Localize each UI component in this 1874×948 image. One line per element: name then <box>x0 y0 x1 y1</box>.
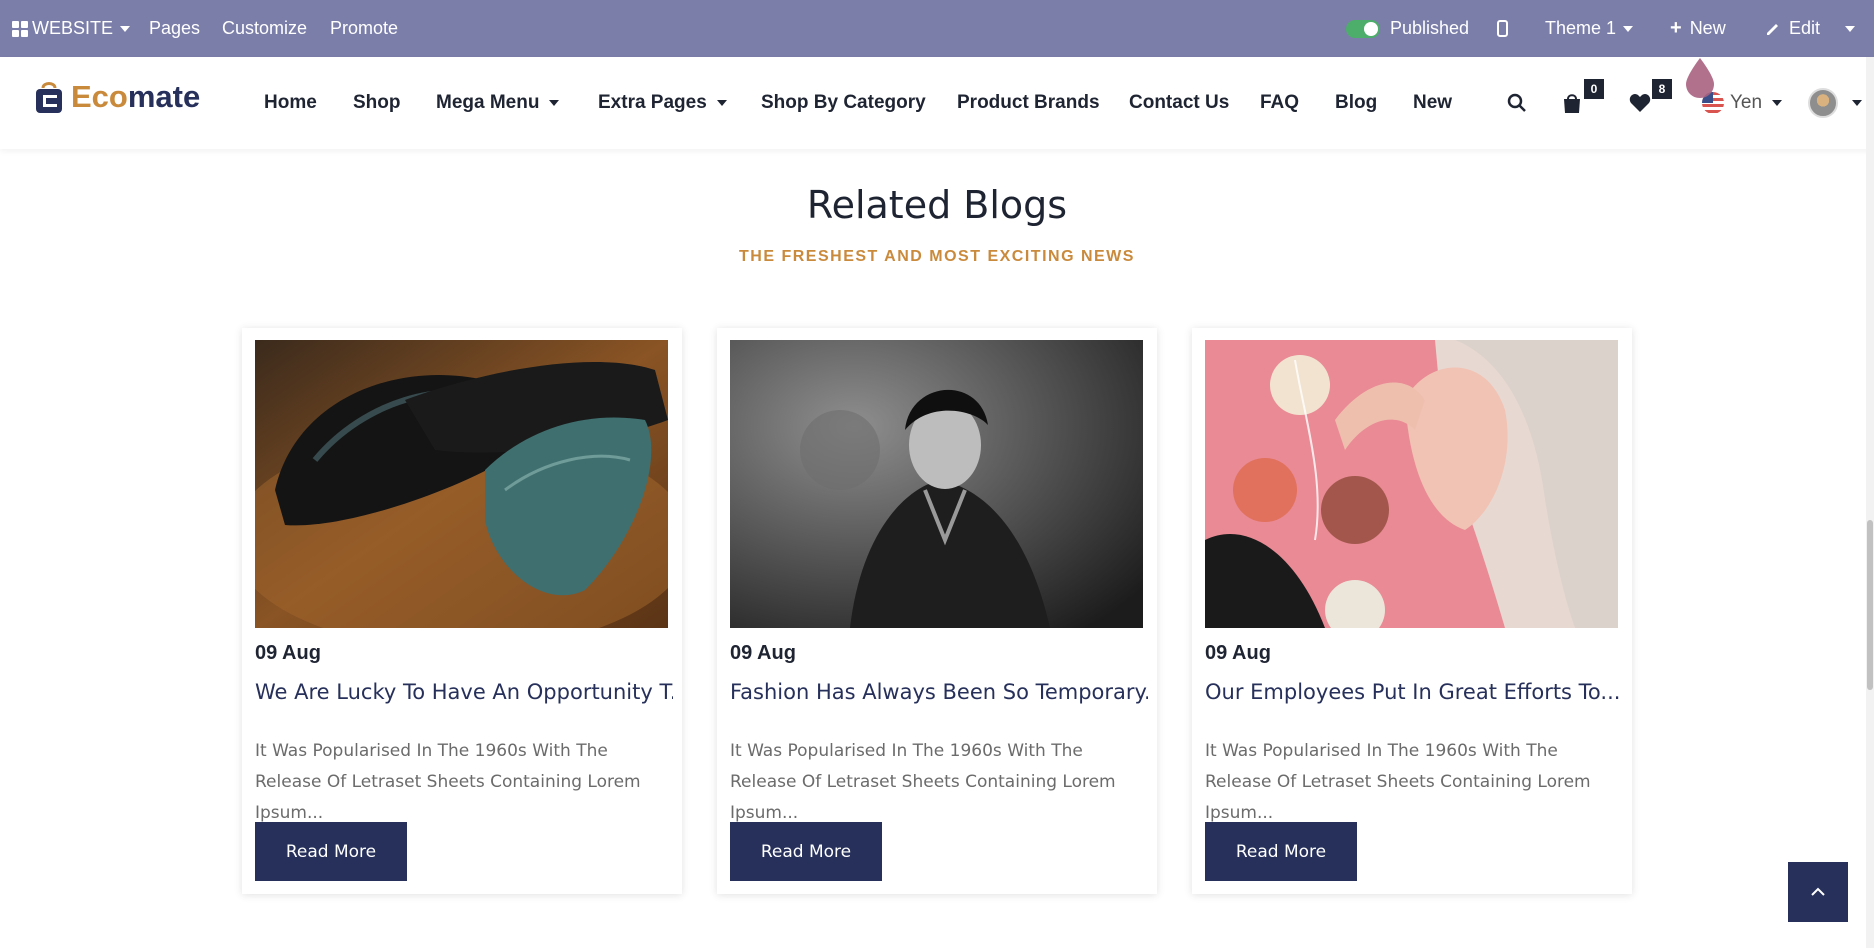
promote-menu[interactable]: Promote <box>330 0 398 57</box>
blog-image-shoes-and-tie[interactable] <box>255 340 668 628</box>
wishlist-count-badge: 8 <box>1652 79 1672 99</box>
search-button[interactable] <box>1507 57 1527 149</box>
edit-label: Edit <box>1789 18 1821 38</box>
scrollbar[interactable] <box>1866 57 1874 948</box>
nav-shop[interactable]: Shop <box>353 57 401 149</box>
blog-date: 09 Aug <box>255 642 321 664</box>
droplet-indicator-icon <box>1686 58 1714 98</box>
blog-card: 09 Aug We Are Lucky To Have An Opportuni… <box>242 328 682 894</box>
heart-icon <box>1629 94 1651 112</box>
mobile-preview-button[interactable] <box>1497 0 1508 57</box>
chevron-up-icon <box>1811 887 1825 896</box>
chevron-down-icon <box>1772 100 1783 106</box>
shopping-bag-icon <box>1564 94 1580 113</box>
section-title: Related Blogs <box>806 183 1068 227</box>
site-logo[interactable]: Eco mate <box>35 79 200 115</box>
mobile-phone-icon <box>1497 20 1508 37</box>
wishlist-button[interactable] <box>1629 57 1651 149</box>
chevron-down-icon <box>1845 25 1855 32</box>
read-more-button[interactable]: Read More <box>1205 822 1357 881</box>
cart-count-badge: 0 <box>1584 79 1604 99</box>
website-menu-label: WEBSITE <box>32 18 114 38</box>
chevron-down-icon <box>716 100 727 106</box>
plus-icon: + <box>1670 17 1682 39</box>
nav-extra-pages[interactable]: Extra Pages <box>598 57 727 149</box>
apps-grid-icon <box>12 20 28 37</box>
nav-faq[interactable]: FAQ <box>1260 57 1299 149</box>
section-subtitle: THE FRESHEST AND MOST EXCITING NEWS <box>739 248 1135 265</box>
blog-excerpt: It Was Popularised In The 1960s With The… <box>1205 741 1591 823</box>
customize-menu[interactable]: Customize <box>222 0 307 57</box>
blog-title[interactable]: Our Employees Put In Great Efforts To... <box>1205 680 1623 704</box>
chevron-down-icon <box>549 100 560 106</box>
logo-bag-icon <box>36 82 62 113</box>
blog-title[interactable]: We Are Lucky To Have An Opportunity T... <box>255 680 673 704</box>
blog-excerpt: It Was Popularised In The 1960s With The… <box>255 741 641 823</box>
new-label: New <box>1689 18 1726 38</box>
read-more-button[interactable]: Read More <box>255 822 407 881</box>
pages-menu[interactable]: Pages <box>149 0 200 57</box>
search-icon <box>1507 93 1526 112</box>
avatar <box>1808 88 1838 118</box>
blog-date: 09 Aug <box>730 642 796 664</box>
chevron-down-icon <box>1852 100 1862 106</box>
theme-menu[interactable]: Theme 1 <box>1545 0 1634 57</box>
nav-mega-menu-label: Mega Menu <box>436 92 540 113</box>
edit-button[interactable]: Edit <box>1765 0 1820 57</box>
blog-excerpt: It Was Popularised In The 1960s With The… <box>730 741 1116 823</box>
scrollbar-thumb[interactable] <box>1867 520 1873 690</box>
admin-bar: WEBSITE Pages Customize Promote Publishe… <box>0 0 1874 57</box>
nav-product-brands[interactable]: Product Brands <box>957 57 1100 149</box>
currency-label: Yen <box>1730 92 1763 113</box>
blog-card: 09 Aug Our Employees Put In Great Effort… <box>1192 328 1632 894</box>
toggle-switch[interactable] <box>1346 19 1380 38</box>
site-header: Eco mate Home Shop Mega Menu Extra Pages … <box>0 57 1874 149</box>
back-to-top-button[interactable] <box>1788 862 1848 922</box>
nav-home[interactable]: Home <box>264 57 317 149</box>
chevron-down-icon <box>1623 25 1634 32</box>
blog-card: 09 Aug Fashion Has Always Been So Tempor… <box>717 328 1157 894</box>
published-label: Published <box>1390 18 1470 38</box>
nav-extra-pages-label: Extra Pages <box>598 92 707 113</box>
nav-blog[interactable]: Blog <box>1335 57 1377 149</box>
nav-contact-us[interactable]: Contact Us <box>1129 57 1229 149</box>
website-menu[interactable]: WEBSITE <box>12 0 131 57</box>
blog-image-woman-with-headphones[interactable] <box>1205 340 1618 628</box>
user-menu[interactable] <box>1808 57 1862 149</box>
more-menu[interactable] <box>1838 0 1855 57</box>
published-toggle[interactable]: Published <box>1346 0 1469 57</box>
blog-date: 09 Aug <box>1205 642 1271 664</box>
theme-label: Theme 1 <box>1545 18 1617 38</box>
logo-text-eco: Eco <box>71 79 128 114</box>
nav-shop-by-category[interactable]: Shop By Category <box>761 57 926 149</box>
cart-button[interactable] <box>1562 57 1582 149</box>
logo-text-mate: mate <box>127 79 201 114</box>
nav-mega-menu[interactable]: Mega Menu <box>436 57 560 149</box>
pencil-icon <box>1767 23 1778 35</box>
new-button[interactable]: + New <box>1670 0 1726 57</box>
blog-image-man-in-coat[interactable] <box>730 340 1143 628</box>
chevron-down-icon <box>120 25 131 32</box>
currency-selector[interactable]: Yen <box>1702 57 1783 149</box>
read-more-button[interactable]: Read More <box>730 822 882 881</box>
blog-title[interactable]: Fashion Has Always Been So Temporary... <box>730 680 1148 704</box>
nav-new[interactable]: New <box>1413 57 1452 149</box>
